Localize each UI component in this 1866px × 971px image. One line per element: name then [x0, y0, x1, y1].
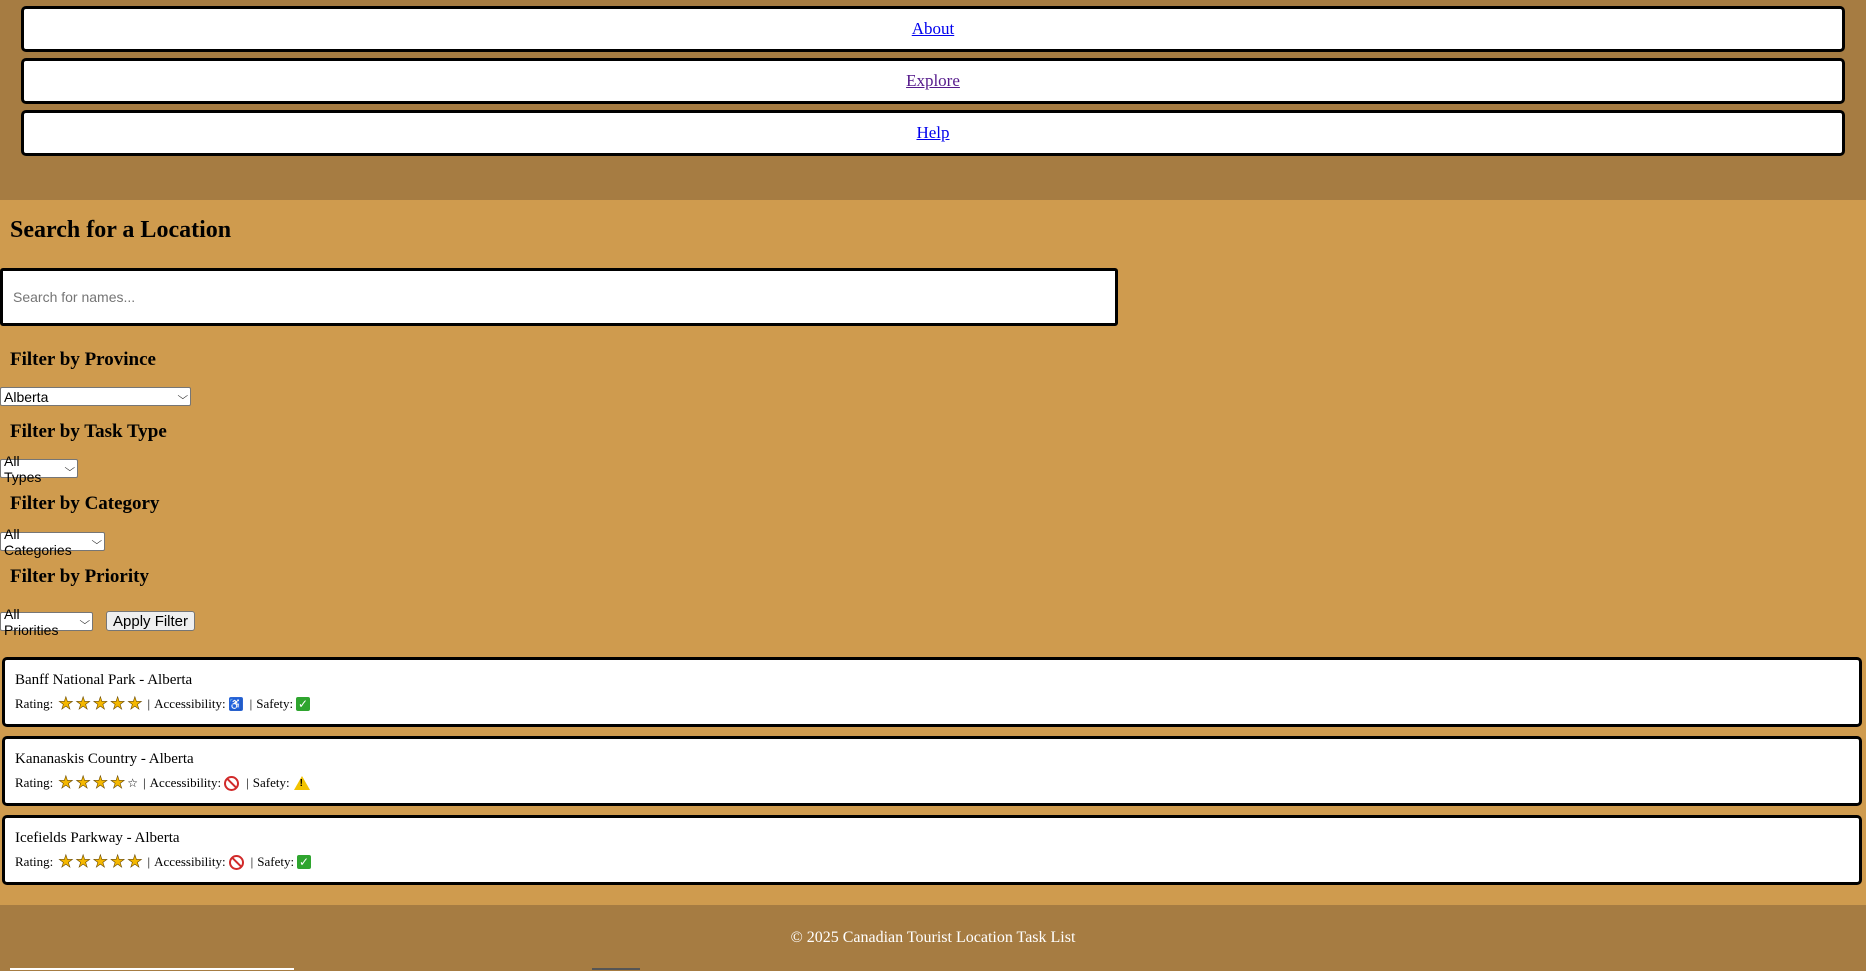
star-filled-icon: ★: [75, 694, 91, 714]
location-meta: Rating: ★ ★ ★ ★ ☆ | Accessibility: | Safety:!: [15, 773, 1859, 793]
star-filled-icon: ★: [127, 852, 143, 872]
separator: |: [246, 775, 249, 790]
safety-label: Safety:: [252, 775, 290, 790]
nav-about-link[interactable]: About: [912, 19, 955, 39]
separator: |: [250, 854, 254, 869]
star-filled-icon: ★: [58, 694, 74, 714]
task-type-select[interactable]: All Types ⌵: [0, 453, 78, 485]
scrollbar-thumb[interactable]: [10, 968, 294, 970]
top-nav: About Explore Help: [0, 0, 1866, 200]
star-filled-icon: ★: [92, 773, 109, 793]
wheelchair-icon: ♿: [228, 697, 243, 711]
priority-select-value: All Priorities: [4, 605, 59, 638]
location-name: Icefields Parkway - Alberta: [15, 830, 180, 846]
category-select-value: All Categories: [4, 525, 72, 558]
star-filled-icon: ★: [92, 852, 109, 872]
check-icon: ✓: [296, 696, 311, 711]
location-card[interactable]: Icefields Parkway - Alberta Rating: ★ ★ ★ ★ ★ |…: [2, 815, 1862, 885]
chevron-down-icon: ⌵: [91, 536, 103, 547]
chevron-down-icon: ⌵: [79, 616, 91, 627]
footer: © 2025 Canadian Tourist Location Task Li…: [0, 905, 1866, 971]
main-content: Search for a Location: [0, 200, 1866, 326]
category-select[interactable]: All Categories ⌵: [0, 526, 105, 558]
search-input[interactable]: [0, 268, 1118, 326]
warning-icon: !: [293, 776, 310, 790]
star-filled-icon: ★: [92, 694, 109, 714]
star-filled-icon: ★: [58, 852, 74, 872]
prohibited-icon: [228, 854, 244, 870]
footer-text: © 2025 Canadian Tourist Location Task Li…: [790, 929, 1076, 946]
star-filled-icon: ★: [75, 773, 91, 793]
task-type-select-value: All Types: [4, 452, 42, 485]
safety-label: Safety:: [256, 696, 294, 711]
nav-explore-link[interactable]: Explore: [906, 71, 960, 91]
star-filled-icon: ★: [110, 773, 126, 793]
safety-label: Safety:: [257, 854, 295, 869]
star-filled-icon: ★: [127, 694, 143, 714]
chevron-down-icon: ⌵: [177, 391, 189, 402]
nav-about-box: About: [21, 6, 1845, 52]
nav-help-link[interactable]: Help: [916, 123, 949, 143]
separator: |: [147, 854, 151, 869]
location-meta: Rating: ★ ★ ★ ★ ★ | Accessibility: ♿ | Safety: ✓: [15, 694, 1859, 714]
accessibility-label: Accessibility:: [154, 696, 226, 711]
star-filled-icon: ★: [110, 852, 126, 872]
prohibited-icon: [224, 775, 240, 791]
location-meta: Rating: ★ ★ ★ ★ ★ | Accessibility: | Safety: ✓: [15, 852, 1859, 872]
province-select-value: Alberta: [4, 388, 49, 405]
separator: |: [147, 696, 151, 711]
rating-label: Rating:: [15, 696, 54, 711]
task-type-filter-title: Filter by Task Type: [10, 421, 167, 442]
star-filled-icon: ★: [75, 852, 91, 872]
province-filter-title: Filter by Province: [10, 349, 156, 370]
separator: |: [249, 696, 253, 711]
star-filled-icon: ★: [110, 694, 126, 714]
category-filter-title: Filter by Category: [10, 493, 160, 514]
priority-select[interactable]: All Priorities ⌵: [0, 606, 93, 638]
star-filled-icon: ★: [58, 773, 74, 793]
separator: |: [143, 775, 146, 790]
chevron-down-icon: ⌵: [64, 463, 76, 474]
rating-label: Rating:: [15, 854, 54, 869]
page-title: Search for a Location: [10, 217, 232, 243]
accessibility-label: Accessibility:: [149, 775, 222, 790]
check-icon: ✓: [297, 854, 312, 869]
apply-filter-button[interactable]: Apply Filter: [106, 611, 196, 631]
scrollbar-mark: [592, 968, 640, 970]
star-empty-icon: ☆: [127, 775, 139, 790]
location-card[interactable]: Kananaskis Country - Alberta Rating: ★ ★ ★ ★ ☆…: [2, 736, 1862, 806]
nav-explore-box: Explore: [21, 58, 1845, 104]
rating-label: Rating:: [15, 775, 54, 790]
location-name: Banff National Park - Alberta: [15, 672, 193, 688]
location-name: Kananaskis Country - Alberta: [15, 751, 194, 767]
accessibility-label: Accessibility:: [154, 854, 226, 869]
province-select[interactable]: Alberta ⌵: [0, 387, 191, 406]
priority-filter-title: Filter by Priority: [10, 566, 149, 587]
location-card[interactable]: Banff National Park - Alberta Rating: ★ ★ ★ ★…: [2, 657, 1862, 727]
nav-help-box: Help: [21, 110, 1845, 156]
